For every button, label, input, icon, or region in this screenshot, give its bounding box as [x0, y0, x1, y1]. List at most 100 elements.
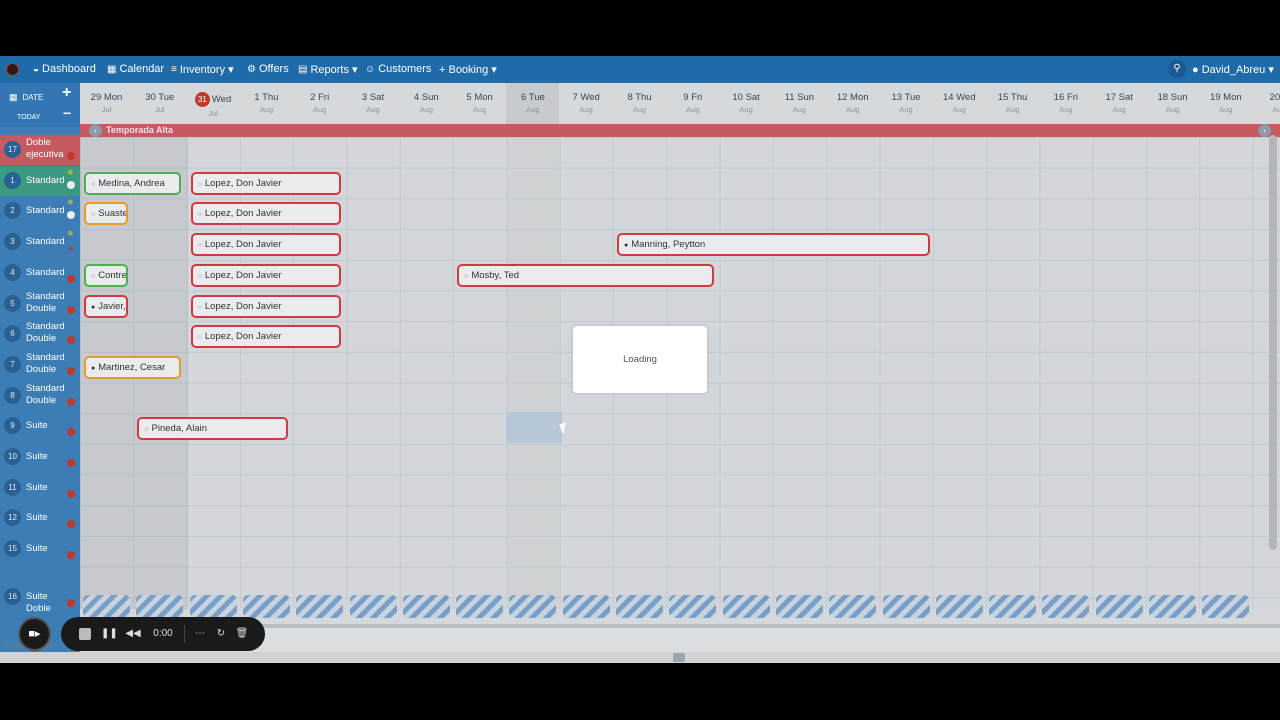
restart-icon[interactable]: ↻: [214, 617, 228, 651]
blocked-cell[interactable]: [349, 595, 397, 618]
blocked-cell[interactable]: [669, 595, 717, 618]
room-row[interactable]: 4 Standard: [0, 258, 80, 288]
today-button[interactable]: TODAY: [17, 114, 40, 121]
room-row[interactable]: 9 Suite: [0, 411, 80, 441]
blocked-cell[interactable]: [83, 595, 130, 618]
booking-bar[interactable]: ● Martinez, Cesar: [84, 355, 182, 379]
day-header[interactable]: 11 Sun Aug: [772, 83, 826, 124]
day-header[interactable]: 6 Tue Aug: [506, 83, 560, 124]
day-header[interactable]: 7 Wed Aug: [559, 83, 613, 124]
booking-bar[interactable]: ○ Medina, Andrea: [84, 171, 182, 195]
blocked-cell[interactable]: [402, 595, 450, 618]
day-header[interactable]: 12 Mon Aug: [826, 83, 880, 124]
day-header[interactable]: 30 Tue Jul: [133, 83, 187, 124]
booking-bar[interactable]: ○ Mosby, Ted: [457, 263, 715, 287]
day-header[interactable]: 3 Sat Aug: [346, 83, 400, 124]
blocked-cell[interactable]: [775, 595, 823, 618]
horizontal-scrollbar[interactable]: [0, 652, 1280, 663]
day-header[interactable]: 31 Wed Jul: [186, 83, 240, 124]
day-header[interactable]: 14 Wed Aug: [932, 83, 986, 124]
room-row[interactable]: 11 Suite: [0, 473, 80, 503]
day-header[interactable]: 5 Mon Aug: [453, 83, 507, 124]
blocked-cell[interactable]: [1149, 595, 1196, 618]
booking-bar[interactable]: ○ Lopez, Don Javier: [190, 171, 342, 195]
booking-bar[interactable]: ○ Lopez, Don Javier: [190, 325, 342, 349]
zoom-in-button[interactable]: +: [62, 84, 71, 102]
day-header[interactable]: 9 Fri Aug: [666, 83, 720, 124]
day-header[interactable]: 4 Sun Aug: [399, 83, 453, 124]
booking-bar[interactable]: ○ Suaste: [84, 202, 128, 226]
day-header[interactable]: 18 Sun Aug: [1146, 83, 1199, 124]
blocked-cell[interactable]: [882, 595, 930, 618]
room-row[interactable]: 12 Suite: [0, 503, 80, 533]
blocked-cell[interactable]: [562, 595, 610, 618]
camera-icon[interactable]: ■▸: [18, 617, 51, 651]
search-icon[interactable]: ⚲: [1168, 60, 1186, 78]
room-row[interactable]: 10 Suite: [0, 442, 80, 472]
vertical-scrollbar[interactable]: [1269, 135, 1277, 550]
blocked-cell[interactable]: [935, 595, 983, 618]
booking-bar[interactable]: ● Javier,: [84, 294, 128, 318]
nav-item-reports[interactable]: ▤ Reports ▾: [298, 63, 358, 77]
room-row[interactable]: 17 Doble ejecutiva: [0, 135, 80, 165]
zoom-out-button[interactable]: −: [63, 105, 71, 121]
day-header[interactable]: 17 Sat Aug: [1092, 83, 1146, 124]
day-header[interactable]: 16 Fri Aug: [1039, 83, 1093, 124]
nav-item-customers[interactable]: ☺ Customers: [365, 63, 431, 75]
booking-bar[interactable]: ○ Lopez, Don Javier: [190, 294, 342, 318]
blocked-cell[interactable]: [989, 595, 1037, 618]
rewind-icon[interactable]: ◀◀: [125, 617, 141, 651]
day-header[interactable]: 10 Sat Aug: [719, 83, 773, 124]
room-row[interactable]: 7 Standard Double: [0, 350, 80, 380]
blocked-cell[interactable]: [616, 595, 663, 618]
booking-bar[interactable]: ● Manning, Peytton: [617, 233, 931, 257]
booking-bar[interactable]: ○ Lopez, Don Javier: [190, 202, 342, 226]
booking-bar[interactable]: ○ Pineda, Alain: [137, 417, 288, 441]
day-header[interactable]: 1 Thu Aug: [239, 83, 293, 124]
chevron-right-icon[interactable]: ›: [1258, 124, 1271, 137]
pause-icon[interactable]: ❚❚: [101, 617, 118, 651]
chevron-left-icon[interactable]: ‹: [89, 124, 102, 137]
room-row[interactable]: 1 Standard ✵: [0, 165, 80, 196]
nav-item-calendar[interactable]: ▦ Calendar: [107, 63, 164, 75]
blocked-cell[interactable]: [1095, 595, 1143, 618]
blocked-cell[interactable]: [456, 595, 504, 618]
blocked-cell[interactable]: [722, 595, 770, 618]
blocked-cell[interactable]: [242, 595, 290, 618]
room-row[interactable]: 5 Standard Double: [0, 289, 80, 319]
scroll-thumb[interactable]: [673, 653, 685, 662]
day-header[interactable]: 13 Tue Aug: [879, 83, 933, 124]
blocked-cell[interactable]: [189, 595, 237, 618]
booking-bar[interactable]: ○ Contre: [84, 263, 128, 287]
room-row[interactable]: 3 Standard ✵ ▲: [0, 227, 80, 257]
room-row[interactable]: 16 Suite Doble: [0, 582, 80, 614]
room-row[interactable]: 6 Standard Double: [0, 319, 80, 349]
nav-item-booking[interactable]: + Booking ▾: [439, 63, 497, 77]
blocked-cell[interactable]: [509, 595, 557, 618]
nav-item-offers[interactable]: ⚙ Offers: [247, 63, 289, 75]
blocked-cell[interactable]: [829, 595, 877, 618]
grid-icon[interactable]: ⋯: [193, 617, 207, 651]
blocked-cell[interactable]: [1202, 595, 1250, 618]
brand-logo-icon[interactable]: [6, 63, 19, 76]
booking-bar[interactable]: ○ Lopez, Don Javier: [190, 233, 342, 257]
nav-item-inventory[interactable]: ≡ Inventory ▾: [171, 63, 234, 77]
day-header[interactable]: 19 Mon Aug: [1199, 83, 1253, 124]
nav-item-dashboard[interactable]: ◒ Dashboard: [33, 63, 96, 75]
blocked-cell[interactable]: [1042, 595, 1090, 618]
day-header[interactable]: 15 Thu Aug: [986, 83, 1040, 124]
room-row[interactable]: 2 Standard ✵: [0, 196, 80, 226]
season-bar[interactable]: Temporada Alta: [80, 124, 1280, 137]
day-header[interactable]: 2 Fri Aug: [293, 83, 347, 124]
stop-icon[interactable]: [79, 628, 91, 640]
user-menu[interactable]: ● David_Abreu ▾: [1192, 63, 1274, 76]
room-row[interactable]: 8 Standard Double: [0, 381, 80, 411]
booking-bar[interactable]: ○ Lopez, Don Javier: [190, 263, 342, 287]
day-header[interactable]: 8 Thu Aug: [613, 83, 666, 124]
room-row[interactable]: 15 Suite: [0, 534, 80, 564]
blocked-cell[interactable]: [136, 595, 184, 618]
day-header[interactable]: 20 T Aug: [1252, 83, 1280, 124]
blocked-cell[interactable]: [296, 595, 344, 618]
trash-icon[interactable]: 🗑: [235, 617, 249, 651]
day-header[interactable]: 29 Mon Jul: [80, 83, 133, 124]
